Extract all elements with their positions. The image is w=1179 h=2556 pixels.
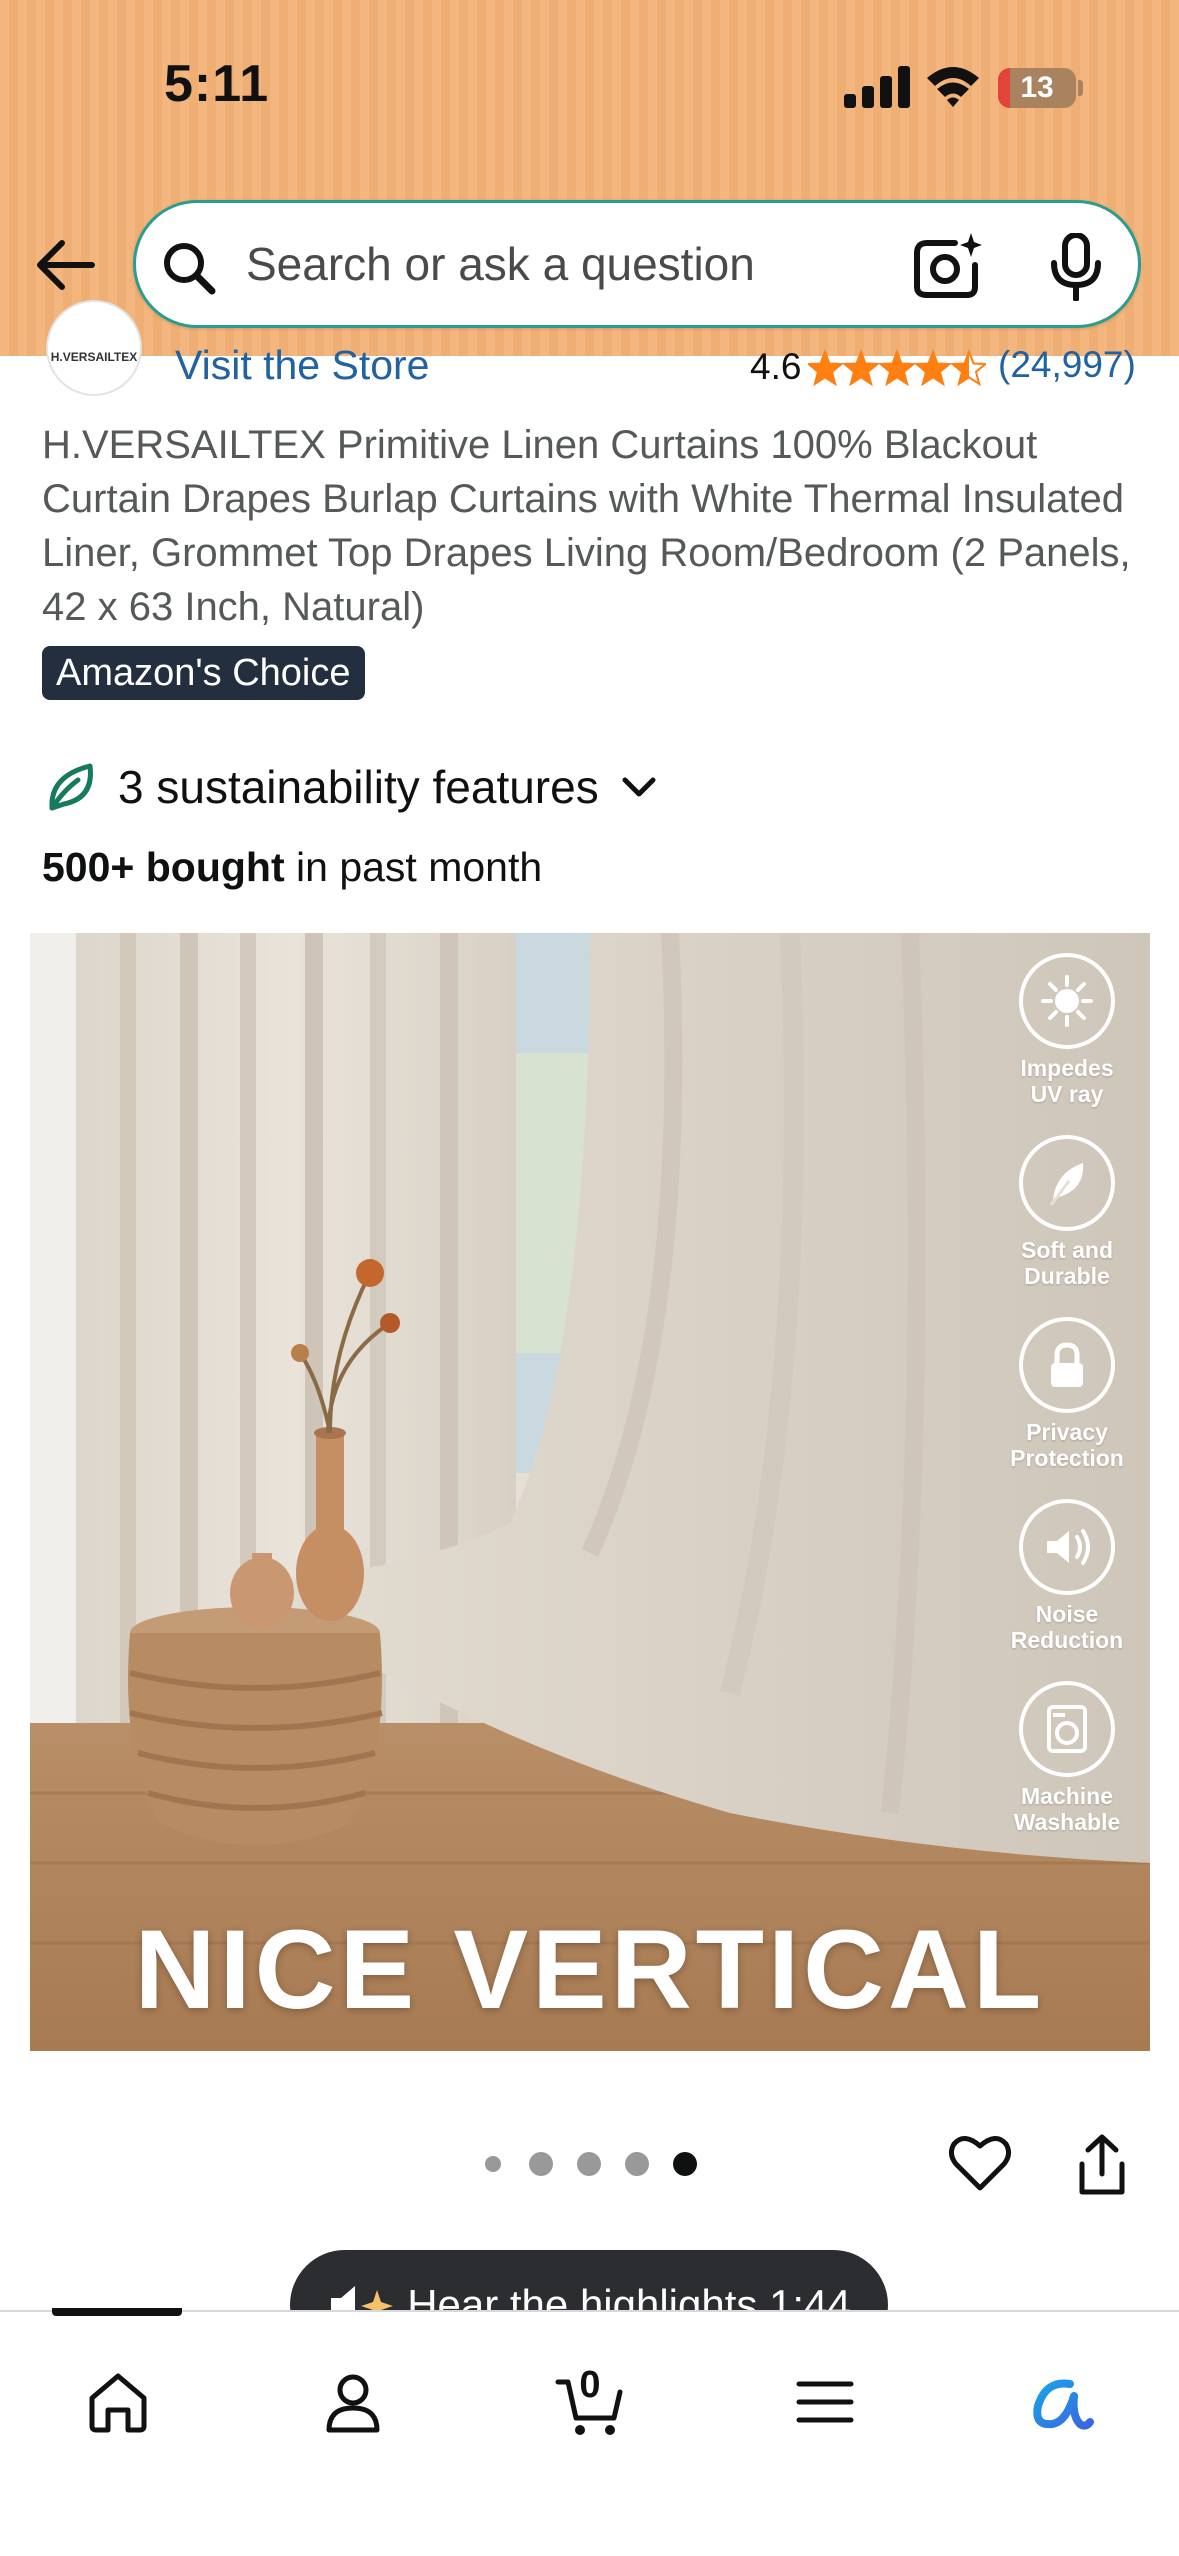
washer-icon xyxy=(1047,1705,1087,1753)
carousel-dot[interactable] xyxy=(625,2152,649,2176)
feather-icon xyxy=(1049,1163,1084,1206)
chevron-down-icon xyxy=(622,777,656,797)
feature-uv: Impedes UV ray xyxy=(1007,953,1127,1107)
sustainability-features-toggle[interactable]: 3 sustainability features xyxy=(44,752,659,822)
nav-home[interactable] xyxy=(68,2352,168,2452)
nav-rufus[interactable] xyxy=(1010,2352,1110,2452)
battery-tip xyxy=(1078,80,1083,96)
curtain-photo xyxy=(30,933,1150,2051)
rufus-icon xyxy=(1033,2379,1094,2430)
nav-cart[interactable]: 0 xyxy=(540,2352,640,2452)
review-count-link[interactable]: (24,997) xyxy=(998,344,1136,386)
amazons-choice-badge: Amazon's Choice xyxy=(42,646,365,700)
feature-soft: Soft and Durable xyxy=(1007,1135,1127,1289)
sustainability-label: 3 sustainability features xyxy=(118,761,599,813)
nav-account[interactable] xyxy=(303,2352,403,2452)
bought-in-past-month: 500+ bought in past month xyxy=(42,844,543,890)
speaker-icon xyxy=(1047,1529,1090,1565)
home-icon xyxy=(89,2373,147,2433)
search-icon xyxy=(164,243,216,295)
cart-count: 0 xyxy=(579,2364,601,2406)
feature-noise: Noise Reduction xyxy=(1007,1499,1127,1653)
image-caption: NICE VERTICAL xyxy=(134,1907,1046,2032)
star-rating[interactable] xyxy=(808,348,986,388)
carousel-dot-active[interactable] xyxy=(673,2152,697,2176)
menu-icon xyxy=(796,2381,854,2423)
status-time: 5:11 xyxy=(164,55,270,113)
product-image[interactable]: NICE VERTICAL Impedes UV ray Soft and Du… xyxy=(30,933,1150,2051)
share-icon[interactable] xyxy=(1074,2134,1130,2198)
feature-washable: Machine Washable xyxy=(1007,1681,1127,1835)
feature-privacy: Privacy Protection xyxy=(1007,1317,1127,1471)
product-title: H.VERSAILTEX Primitive Linen Curtains 10… xyxy=(42,423,1131,629)
top-header: 5:11 13 xyxy=(0,0,1179,356)
store-logo[interactable]: H.VERSAILTEX xyxy=(46,300,142,396)
carousel-dot[interactable] xyxy=(529,2152,553,2176)
battery-indicator: 13 xyxy=(998,68,1076,108)
active-tab-indicator xyxy=(52,2308,182,2316)
cellular-signal-icon xyxy=(844,66,910,108)
search-bar[interactable] xyxy=(133,200,1141,328)
rating-value: 4.6 xyxy=(750,346,802,387)
camera-lens-icon[interactable] xyxy=(911,231,983,299)
heart-icon[interactable] xyxy=(948,2132,1012,2192)
wifi-icon xyxy=(927,67,979,107)
leaf-icon xyxy=(49,763,93,811)
search-input[interactable] xyxy=(246,225,986,303)
bottom-navigation: 0 xyxy=(0,2308,1179,2556)
nav-menu[interactable] xyxy=(775,2352,875,2452)
carousel-dot[interactable] xyxy=(485,2156,501,2172)
carousel-dots[interactable] xyxy=(485,2152,721,2176)
sun-icon xyxy=(1041,975,1093,1027)
visit-store-link[interactable]: Visit the Store xyxy=(175,342,430,389)
microphone-icon[interactable] xyxy=(1048,233,1104,301)
lock-icon xyxy=(1051,1342,1083,1387)
carousel-dot[interactable] xyxy=(577,2152,601,2176)
back-arrow-icon[interactable] xyxy=(32,232,98,298)
account-icon xyxy=(326,2374,380,2433)
